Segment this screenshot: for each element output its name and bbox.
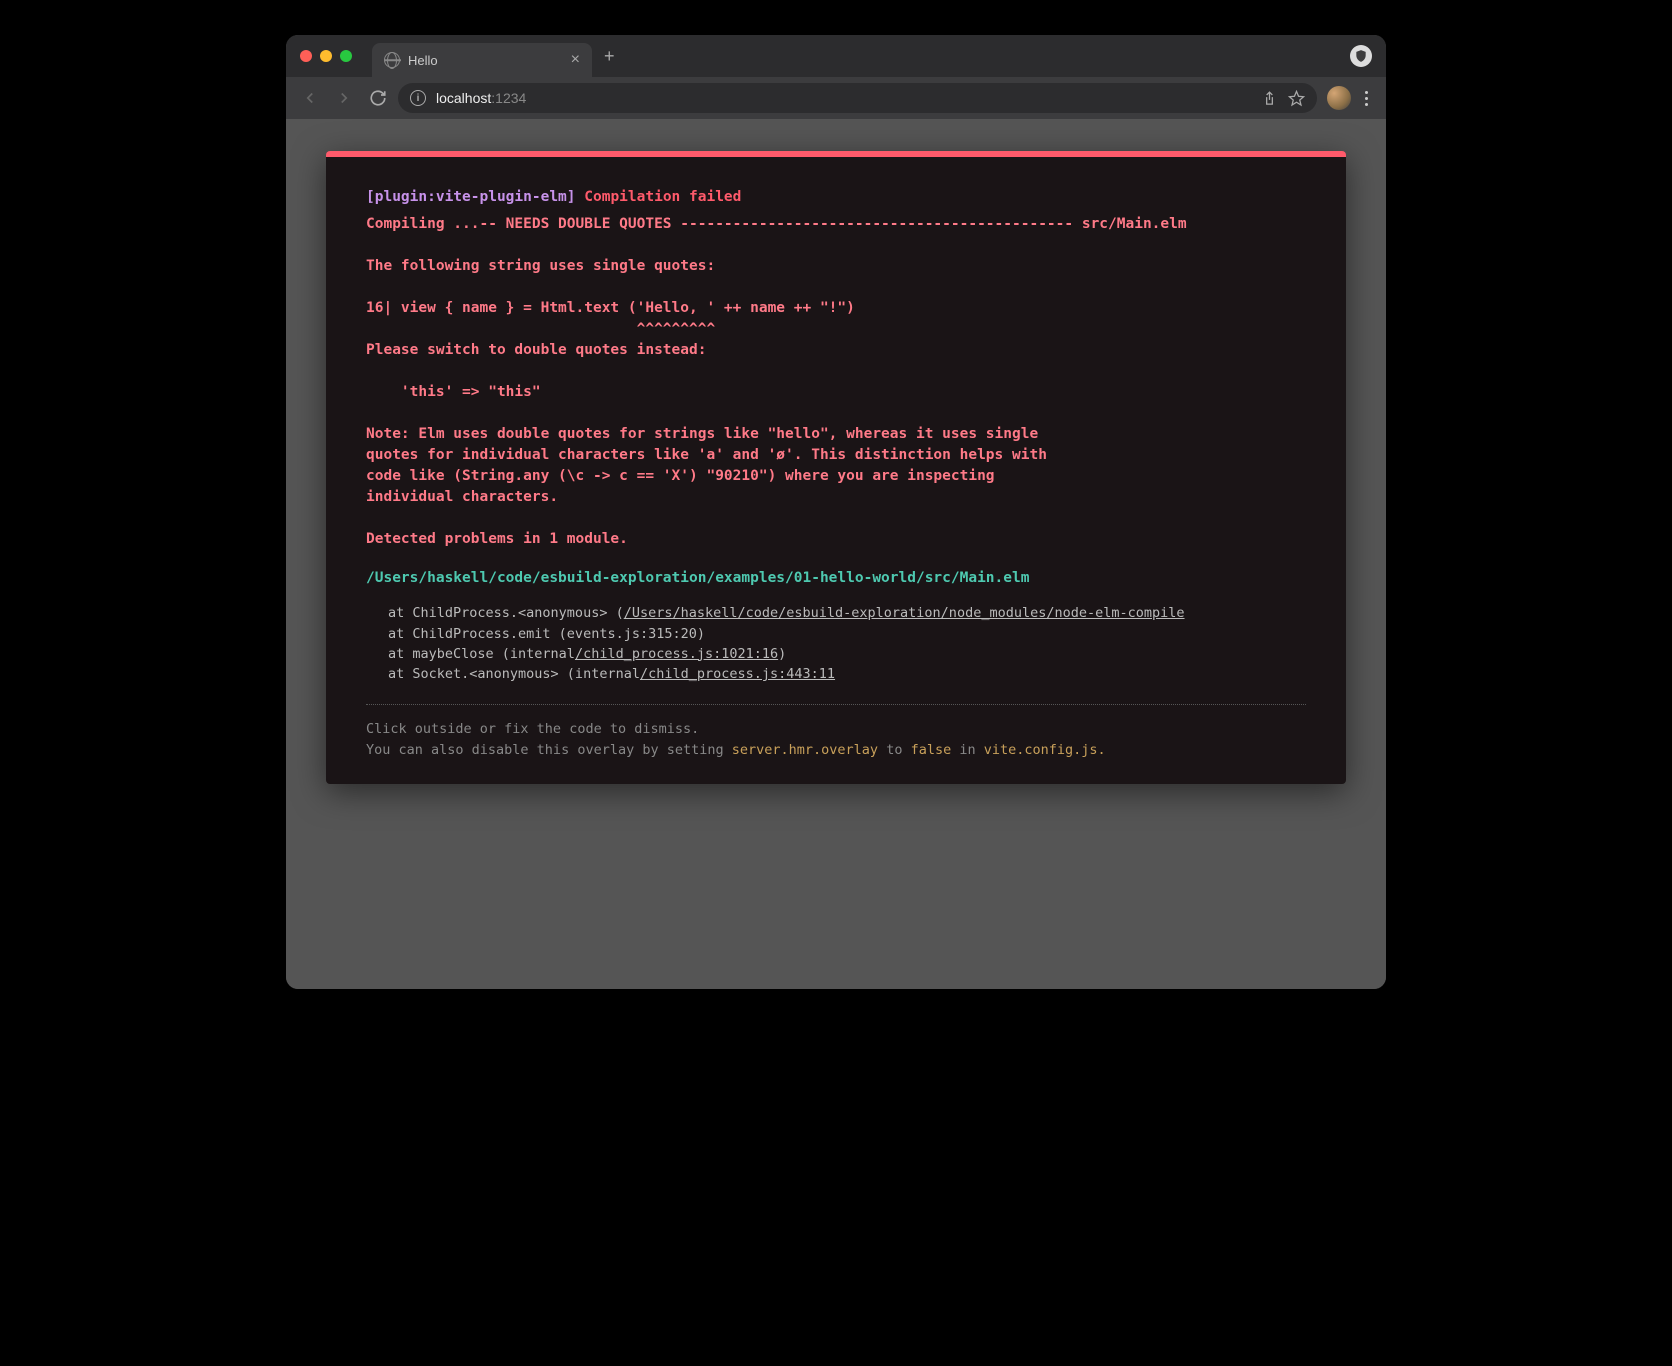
toolbar: i localhost:1234 bbox=[286, 77, 1386, 119]
error-header: [plugin:vite-plugin-elm] Compilation fai… bbox=[366, 187, 1306, 208]
browser-window: Hello × + i localhost:1234 bbox=[286, 35, 1386, 989]
close-icon[interactable]: × bbox=[571, 52, 580, 68]
stack-frame: at Socket.<anonymous> (internal/child_pr… bbox=[388, 664, 1306, 684]
url-port: :1234 bbox=[491, 90, 526, 106]
plugin-tag: [plugin:vite-plugin-elm] bbox=[366, 189, 576, 205]
error-title: Compilation failed bbox=[584, 189, 741, 205]
incognito-icon[interactable] bbox=[1350, 45, 1372, 67]
divider bbox=[366, 704, 1306, 705]
stack-trace: at ChildProcess.<anonymous> (/Users/hask… bbox=[366, 603, 1306, 684]
viewport[interactable]: [plugin:vite-plugin-elm] Compilation fai… bbox=[286, 119, 1386, 989]
bookmark-icon[interactable] bbox=[1288, 90, 1305, 107]
new-tab-button[interactable]: + bbox=[604, 46, 615, 67]
profile-avatar[interactable] bbox=[1327, 86, 1351, 110]
globe-icon bbox=[384, 52, 400, 68]
address-bar[interactable]: i localhost:1234 bbox=[398, 83, 1317, 113]
tab-title: Hello bbox=[408, 53, 563, 68]
site-info-icon[interactable]: i bbox=[410, 90, 426, 106]
stack-frame: at maybeClose (internal/child_process.js… bbox=[388, 644, 1306, 664]
stack-link[interactable]: /child_process.js:1021:16 bbox=[575, 646, 778, 662]
stack-link[interactable]: /child_process.js:443:11 bbox=[640, 666, 835, 682]
kebab-menu-icon[interactable] bbox=[1357, 91, 1376, 106]
reload-button[interactable] bbox=[364, 84, 392, 112]
tip-line-1: Click outside or fix the code to dismiss… bbox=[366, 719, 1306, 739]
tip-line-2: You can also disable this overlay by set… bbox=[366, 740, 1306, 760]
browser-tab[interactable]: Hello × bbox=[372, 43, 592, 77]
window-maximize-button[interactable] bbox=[340, 50, 352, 62]
back-button[interactable] bbox=[296, 84, 324, 112]
error-file-path: /Users/haskell/code/esbuild-exploration/… bbox=[366, 568, 1306, 589]
vite-error-overlay: [plugin:vite-plugin-elm] Compilation fai… bbox=[326, 151, 1346, 784]
error-body: Compiling ...-- NEEDS DOUBLE QUOTES ----… bbox=[366, 214, 1306, 550]
titlebar: Hello × + bbox=[286, 35, 1386, 77]
url-host: localhost bbox=[436, 90, 491, 106]
forward-button[interactable] bbox=[330, 84, 358, 112]
stack-frame: at ChildProcess.<anonymous> (/Users/hask… bbox=[388, 603, 1306, 623]
window-minimize-button[interactable] bbox=[320, 50, 332, 62]
share-icon[interactable] bbox=[1261, 90, 1278, 107]
stack-frame: at ChildProcess.emit (events.js:315:20) bbox=[388, 624, 1306, 644]
window-close-button[interactable] bbox=[300, 50, 312, 62]
dismiss-tip: Click outside or fix the code to dismiss… bbox=[366, 719, 1306, 760]
traffic-lights bbox=[300, 50, 352, 62]
url-text: localhost:1234 bbox=[436, 90, 526, 106]
stack-link[interactable]: /Users/haskell/code/esbuild-exploration/… bbox=[624, 605, 1185, 621]
